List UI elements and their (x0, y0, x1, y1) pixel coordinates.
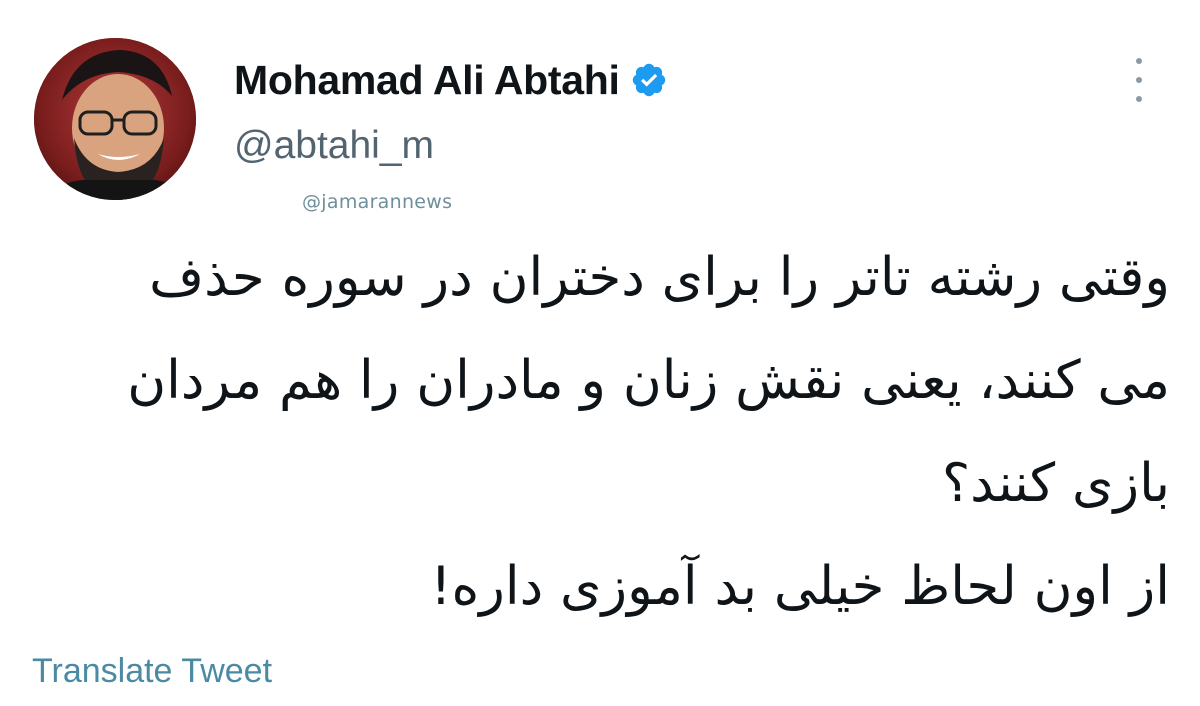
tweet-text: وقتی رشته تاتر را برای دختران در سوره حذ… (40, 226, 1170, 638)
profile-photo (34, 38, 196, 200)
tweet-line: می کنند، یعنی نقش زنان و مادران را هم مر… (127, 350, 1170, 411)
tweet-line: از اون لحاظ خیلی بد آموزی داره! (430, 556, 1170, 617)
tweet-line: بازی کنند؟ (942, 453, 1170, 514)
author-handle[interactable]: @abtahi_m (234, 124, 434, 168)
author-header: Mohamad Ali Abtahi (234, 52, 668, 108)
more-vertical-icon-dot (1136, 77, 1142, 83)
avatar[interactable] (34, 38, 196, 200)
translate-tweet-link[interactable]: Translate Tweet (32, 652, 272, 691)
display-name[interactable]: Mohamad Ali Abtahi (234, 57, 620, 104)
watermark: @jamarannews (302, 191, 453, 213)
more-options-button[interactable] (1124, 58, 1154, 102)
tweet-line: وقتی رشته تاتر را برای دختران در سوره حذ… (149, 247, 1170, 308)
verified-badge-icon (630, 61, 668, 99)
more-vertical-icon (1136, 58, 1142, 64)
more-vertical-icon-dot (1136, 96, 1142, 102)
